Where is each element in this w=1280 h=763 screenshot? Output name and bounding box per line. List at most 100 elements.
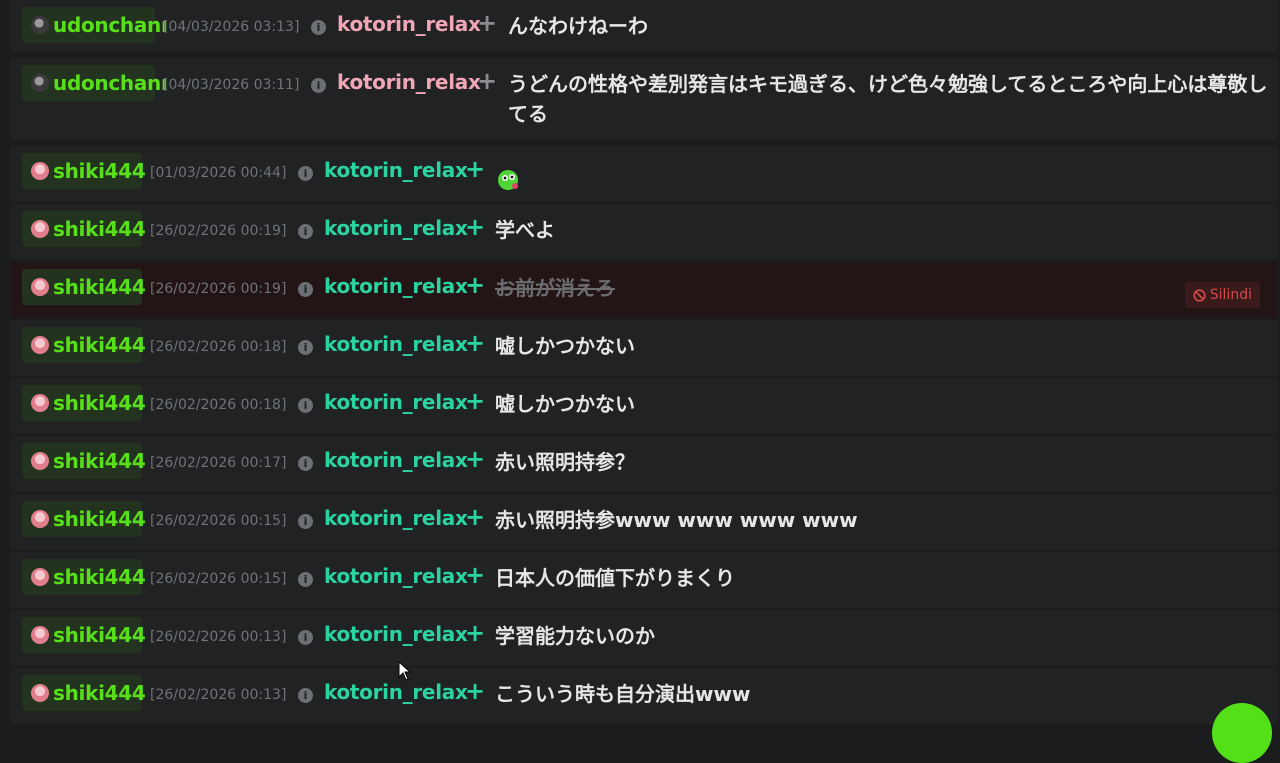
- timestamp: [26/02/2026 00:13]: [150, 629, 287, 645]
- target-username[interactable]: kotorin_relax: [324, 216, 468, 240]
- message-row: shiki444 [26/02/2026 00:15] i kotorin_relax…: [10, 494, 1278, 550]
- timestamp: [04/03/2026 03:13]: [163, 19, 300, 35]
- sender-name: shiki444: [53, 507, 146, 531]
- avatar: [31, 568, 49, 586]
- info-icon[interactable]: i: [298, 630, 313, 645]
- message-text: 赤い照明持参www www www www: [495, 508, 858, 532]
- plus-icon[interactable]: +: [465, 677, 485, 705]
- plus-icon[interactable]: +: [465, 271, 485, 299]
- target-username[interactable]: kotorin_relax: [324, 622, 468, 646]
- message-row: shiki444 [26/02/2026 00:18] i kotorin_relax…: [10, 320, 1278, 376]
- sender-name: shiki444: [53, 565, 146, 589]
- plus-icon[interactable]: +: [465, 445, 485, 473]
- sender-username[interactable]: shiki444: [22, 385, 146, 421]
- sender-username[interactable]: udonchanı: [22, 65, 168, 101]
- message-text: お前が消えろ: [495, 276, 615, 300]
- sender-name: shiki444: [53, 333, 146, 357]
- sender-username[interactable]: shiki444: [22, 153, 146, 189]
- timestamp: [01/03/2026 00:44]: [150, 165, 287, 181]
- sender-username[interactable]: shiki444: [22, 211, 146, 247]
- message-text: こういう時も自分演出www: [495, 682, 751, 706]
- sender-username[interactable]: shiki444: [22, 269, 146, 305]
- message-text: 学習能力ないのか: [495, 624, 655, 648]
- avatar: [31, 684, 49, 702]
- plus-icon[interactable]: +: [465, 387, 485, 415]
- timestamp: [26/02/2026 00:18]: [150, 397, 287, 413]
- plus-icon[interactable]: +: [465, 329, 485, 357]
- info-icon[interactable]: i: [298, 398, 313, 413]
- sender-username[interactable]: shiki444: [22, 617, 146, 653]
- info-icon[interactable]: i: [298, 456, 313, 471]
- info-icon[interactable]: i: [298, 572, 313, 587]
- message-row: udonchanı [04/03/2026 03:13] i kotorin_rela…: [10, 0, 1278, 52]
- sender-name: shiki444: [53, 623, 146, 647]
- sender-username[interactable]: shiki444: [22, 327, 146, 363]
- plus-icon[interactable]: +: [465, 213, 485, 241]
- sender-username[interactable]: udonchanı: [22, 7, 168, 43]
- message-row: shiki444 [01/03/2026 00:44] i kotorin_relax…: [10, 146, 1278, 202]
- info-icon[interactable]: i: [298, 688, 313, 703]
- plus-icon[interactable]: +: [477, 67, 497, 95]
- plus-icon[interactable]: +: [477, 9, 497, 37]
- target-username[interactable]: kotorin_relax: [324, 564, 468, 588]
- sender-name: udonchanı: [53, 71, 168, 95]
- timestamp: [26/02/2026 00:13]: [150, 687, 287, 703]
- timestamp: [26/02/2026 00:15]: [150, 513, 287, 529]
- message-text: 学べよ: [495, 218, 555, 242]
- message-row: shiki444 [26/02/2026 00:19] i kotorin_relax…: [10, 204, 1278, 260]
- avatar: [31, 626, 49, 644]
- timestamp: [26/02/2026 00:19]: [150, 223, 287, 239]
- sender-name: shiki444: [53, 449, 146, 473]
- deleted-badge: Silindi: [1184, 282, 1260, 308]
- info-icon[interactable]: i: [298, 166, 313, 181]
- deleted-message-row: shiki444 [26/02/2026 00:19] i kotorin_relax…: [10, 262, 1278, 318]
- target-username[interactable]: kotorin_relax: [324, 332, 468, 356]
- info-icon[interactable]: i: [298, 514, 313, 529]
- avatar: [31, 278, 49, 296]
- target-username[interactable]: kotorin_relax: [324, 274, 468, 298]
- info-icon[interactable]: i: [298, 224, 313, 239]
- message-row: udonchanı [04/03/2026 03:11] i kotorin_rela…: [10, 58, 1278, 140]
- plus-icon[interactable]: +: [465, 503, 485, 531]
- message-row: shiki444 [26/02/2026 00:13] i kotorin_relax…: [10, 610, 1278, 666]
- green-creature-emote-icon: [498, 170, 518, 190]
- floating-action-button[interactable]: [1212, 703, 1272, 763]
- avatar: [31, 452, 49, 470]
- timestamp: [26/02/2026 00:19]: [150, 281, 287, 297]
- timestamp: [26/02/2026 00:17]: [150, 455, 287, 471]
- sender-username[interactable]: shiki444: [22, 675, 146, 711]
- timestamp: [26/02/2026 00:18]: [150, 339, 287, 355]
- target-username[interactable]: kotorin_relax: [324, 390, 468, 414]
- target-username[interactable]: kotorin_relax: [324, 680, 468, 704]
- info-icon[interactable]: i: [311, 78, 326, 93]
- avatar: [31, 16, 49, 34]
- timestamp: [04/03/2026 03:11]: [163, 77, 300, 93]
- plus-icon[interactable]: +: [465, 619, 485, 647]
- avatar: [31, 74, 49, 92]
- info-icon[interactable]: i: [311, 20, 326, 35]
- avatar: [31, 336, 49, 354]
- sender-username[interactable]: shiki444: [22, 443, 146, 479]
- avatar: [31, 220, 49, 238]
- deleted-badge-label: Silindi: [1209, 287, 1252, 303]
- target-username[interactable]: kotorin_relax: [337, 12, 481, 36]
- sender-username[interactable]: shiki444: [22, 501, 146, 537]
- message-text: 嘘しかつかない: [495, 334, 635, 358]
- target-username[interactable]: kotorin_relax: [324, 506, 468, 530]
- target-username[interactable]: kotorin_relax: [337, 70, 481, 94]
- message-text: 赤い照明持参？: [495, 450, 635, 474]
- avatar: [31, 394, 49, 412]
- info-icon[interactable]: i: [298, 282, 313, 297]
- target-username[interactable]: kotorin_relax: [324, 158, 468, 182]
- sender-username[interactable]: shiki444: [22, 559, 146, 595]
- target-username[interactable]: kotorin_relax: [324, 448, 468, 472]
- sender-name: udonchanı: [53, 13, 168, 37]
- sender-name: shiki444: [53, 159, 146, 183]
- info-icon[interactable]: i: [298, 340, 313, 355]
- timestamp: [26/02/2026 00:15]: [150, 571, 287, 587]
- plus-icon[interactable]: +: [465, 155, 485, 183]
- message-row: shiki444 [26/02/2026 00:17] i kotorin_relax…: [10, 436, 1278, 492]
- plus-icon[interactable]: +: [465, 561, 485, 589]
- avatar: [31, 510, 49, 528]
- sender-name: shiki444: [53, 275, 146, 299]
